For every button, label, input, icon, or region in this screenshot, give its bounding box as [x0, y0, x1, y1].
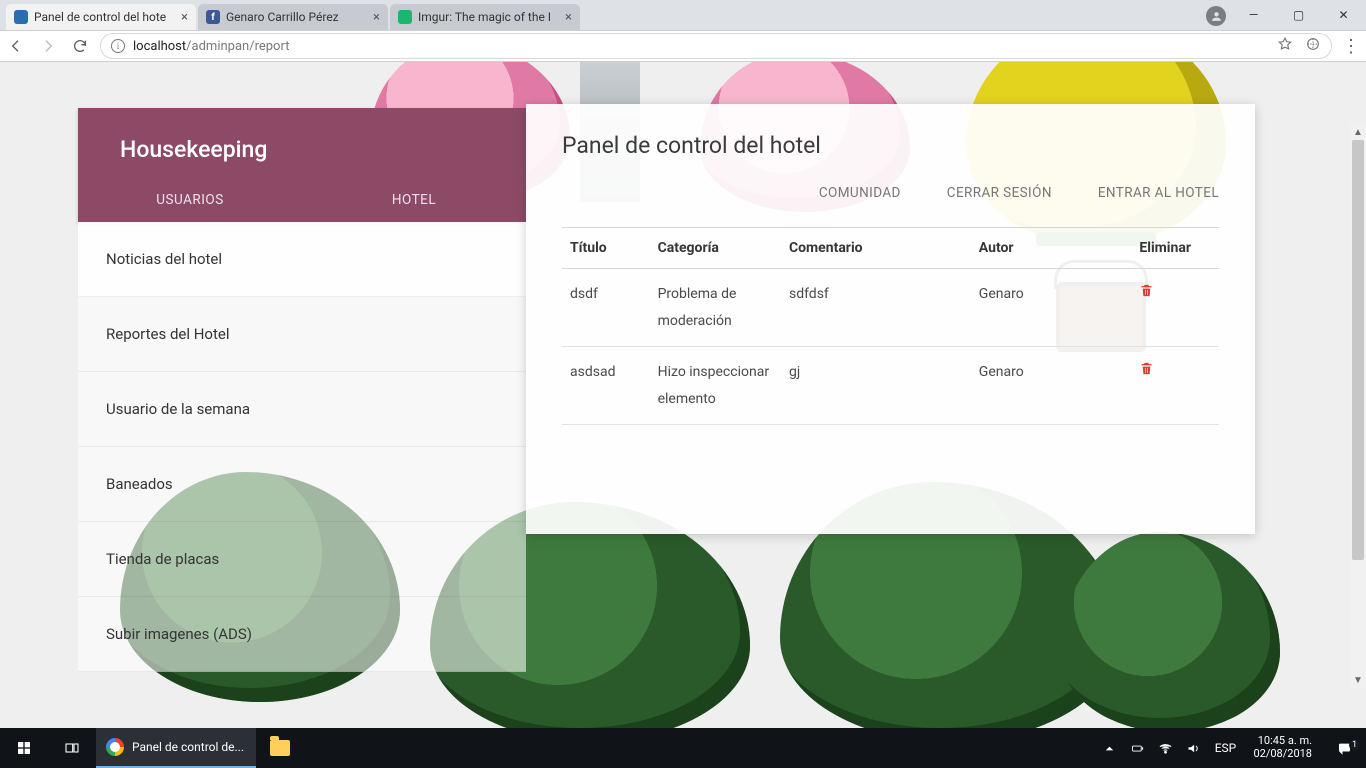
- scroll-thumb[interactable]: [1352, 140, 1364, 560]
- volume-icon[interactable]: [1179, 741, 1207, 756]
- back-button[interactable]: [0, 30, 32, 62]
- reports-table: Título Categoría Comentario Autor Elimin…: [562, 227, 1219, 425]
- close-icon[interactable]: ×: [373, 10, 380, 25]
- browser-menu-button[interactable]: ⋮: [1336, 36, 1366, 57]
- trash-icon[interactable]: [1139, 286, 1154, 302]
- address-row: i localhost/adminpan/report ⋮: [0, 30, 1366, 62]
- extension-icon[interactable]: [1305, 36, 1321, 56]
- cube-icon: [14, 10, 28, 24]
- window-controls: — ▢ ✕: [1231, 0, 1366, 30]
- info-icon[interactable]: i: [111, 39, 125, 53]
- tab-hotel[interactable]: HOTEL: [302, 178, 526, 222]
- table-row: asdsad Hizo inspeccionar elemento gj Gen…: [562, 347, 1219, 425]
- tab-title: Imgur: The magic of the I: [418, 10, 561, 24]
- panel-title: Panel de control del hotel: [562, 132, 1219, 159]
- sidebar-item-reportes[interactable]: Reportes del Hotel: [78, 297, 526, 372]
- cell-titulo: asdsad: [562, 347, 650, 425]
- sidebar-item-tienda-placas[interactable]: Tienda de placas: [78, 522, 526, 597]
- cell-categoria: Problema de moderación: [650, 269, 781, 347]
- sidebar: Noticias del hotel Reportes del Hotel Us…: [78, 222, 526, 672]
- clock[interactable]: 10:45 a. m. 02/08/2018: [1243, 735, 1322, 760]
- browser-tab[interactable]: f Genaro Carrillo Pérez ×: [198, 4, 388, 30]
- system-tray: ESP 10:45 a. m. 02/08/2018 1: [1095, 728, 1366, 768]
- sidebar-item-subir-imagenes[interactable]: Subir imagenes (ADS): [78, 597, 526, 672]
- tab-title: Panel de control del hote: [34, 10, 177, 24]
- sidebar-header: Housekeeping USUARIOS HOTEL: [78, 108, 526, 222]
- cell-autor: Genaro: [971, 347, 1132, 425]
- start-button[interactable]: [0, 728, 48, 768]
- wifi-icon[interactable]: [1151, 741, 1179, 756]
- main-panel: Panel de control del hotel COMUNIDAD CER…: [526, 104, 1255, 534]
- th-autor: Autor: [971, 228, 1132, 269]
- tab-row: Panel de control del hote × f Genaro Car…: [0, 0, 1366, 30]
- taskbar-app-title: Panel de control de...: [132, 740, 244, 754]
- scroll-down-icon[interactable]: ▼: [1350, 672, 1366, 688]
- cell-autor: Genaro: [971, 269, 1132, 347]
- tab-usuarios[interactable]: USUARIOS: [78, 178, 302, 222]
- imgur-icon: [398, 10, 412, 24]
- folder-icon: [270, 740, 290, 756]
- sidebar-title: Housekeeping: [78, 108, 526, 178]
- forward-button[interactable]: [32, 30, 64, 62]
- minimize-button[interactable]: —: [1231, 0, 1276, 30]
- clock-date: 02/08/2018: [1253, 748, 1312, 761]
- th-comentario: Comentario: [781, 228, 971, 269]
- page-scrollbar[interactable]: ▲ ▼: [1350, 124, 1366, 688]
- table-row: dsdf Problema de moderación sdfdsf Genar…: [562, 269, 1219, 347]
- browser-chrome: Panel de control del hote × f Genaro Car…: [0, 0, 1366, 62]
- star-icon[interactable]: [1277, 36, 1293, 56]
- language-indicator[interactable]: ESP: [1207, 741, 1243, 755]
- chrome-icon: [106, 738, 124, 756]
- tray-overflow-icon[interactable]: [1095, 741, 1123, 756]
- sidebar-item-baneados[interactable]: Baneados: [78, 447, 526, 522]
- admin-frame: Housekeeping USUARIOS HOTEL Noticias del…: [78, 108, 1255, 672]
- taskbar: Panel de control de... ESP 10:45 a. m. 0…: [0, 728, 1366, 768]
- nav-cerrar-sesion[interactable]: CERRAR SESIÓN: [947, 185, 1052, 201]
- url-host: localhost: [133, 39, 186, 54]
- task-view-button[interactable]: [48, 728, 96, 768]
- cell-titulo: dsdf: [562, 269, 650, 347]
- url-path: /adminpan/report: [186, 39, 289, 54]
- sidebar-item-noticias[interactable]: Noticias del hotel: [78, 222, 526, 297]
- browser-tab[interactable]: Imgur: The magic of the I ×: [390, 4, 580, 30]
- th-titulo: Título: [562, 228, 650, 269]
- maximize-button[interactable]: ▢: [1276, 0, 1321, 30]
- page-viewport: Housekeeping USUARIOS HOTEL Noticias del…: [0, 62, 1366, 728]
- address-bar[interactable]: i localhost/adminpan/report: [100, 33, 1332, 59]
- trash-icon[interactable]: [1139, 364, 1154, 380]
- browser-tab-active[interactable]: Panel de control del hote ×: [6, 4, 196, 30]
- nav-comunidad[interactable]: COMUNIDAD: [819, 185, 901, 201]
- tab-title: Genaro Carrillo Pérez: [226, 10, 369, 24]
- new-tab-button[interactable]: [586, 8, 612, 30]
- close-icon[interactable]: ×: [181, 10, 188, 25]
- taskbar-app-chrome[interactable]: Panel de control de...: [96, 728, 256, 768]
- sidebar-item-usuario-semana[interactable]: Usuario de la semana: [78, 372, 526, 447]
- reload-button[interactable]: [64, 30, 96, 62]
- th-eliminar: Eliminar: [1131, 228, 1219, 269]
- facebook-icon: f: [206, 10, 220, 24]
- notification-badge: 1: [1349, 740, 1360, 750]
- battery-icon[interactable]: [1123, 741, 1151, 756]
- th-categoria: Categoría: [650, 228, 781, 269]
- panel-nav: COMUNIDAD CERRAR SESIÓN ENTRAR AL HOTEL: [562, 185, 1219, 201]
- scroll-up-icon[interactable]: ▲: [1350, 124, 1366, 140]
- close-icon[interactable]: ×: [565, 10, 572, 25]
- cell-comentario: sdfdsf: [781, 269, 971, 347]
- action-center-button[interactable]: 1: [1322, 741, 1366, 756]
- nav-entrar-hotel[interactable]: ENTRAR AL HOTEL: [1098, 185, 1219, 201]
- profile-icon[interactable]: [1206, 6, 1226, 26]
- cell-comentario: gj: [781, 347, 971, 425]
- close-window-button[interactable]: ✕: [1321, 0, 1366, 30]
- taskbar-app-explorer[interactable]: [256, 728, 304, 768]
- sidebar-tabs: USUARIOS HOTEL: [78, 178, 526, 222]
- cell-categoria: Hizo inspeccionar elemento: [650, 347, 781, 425]
